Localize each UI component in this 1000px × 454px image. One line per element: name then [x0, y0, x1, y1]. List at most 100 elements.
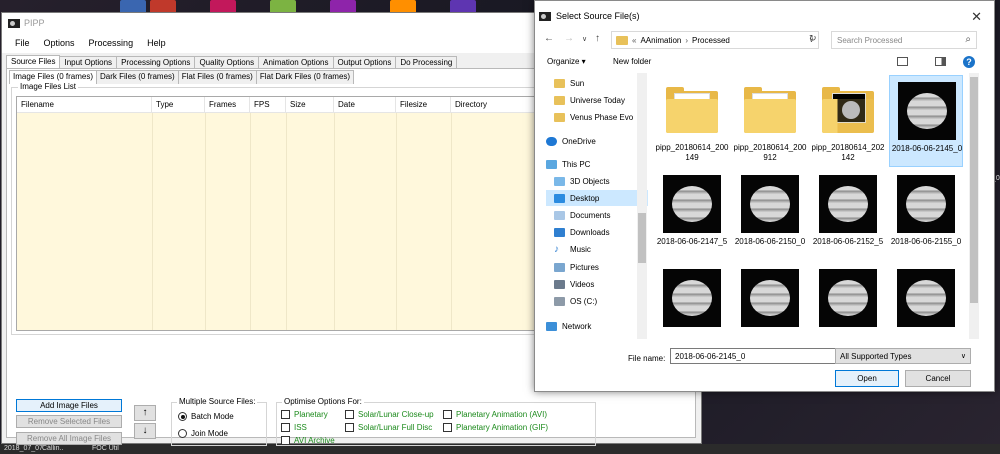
file-tile[interactable]: 2018-06-06-2152_5	[811, 169, 885, 261]
nav-item-onedrive[interactable]: OneDrive	[546, 133, 646, 149]
planetary-animation-gif-option[interactable]: Planetary Animation (GIF)	[443, 423, 548, 432]
tab-processing-options[interactable]: Processing Options	[116, 56, 196, 68]
preview-pane-icon[interactable]	[935, 57, 946, 66]
nav-item-desktop[interactable]: Desktop	[546, 190, 648, 206]
folder-image-icon	[822, 87, 874, 133]
file-tile[interactable]: 2018-06-06-2147_5	[655, 169, 729, 261]
refresh-icon[interactable]: ↻	[809, 33, 817, 44]
batch-mode-option[interactable]: Batch Mode	[178, 412, 234, 421]
cancel-button[interactable]: Cancel	[905, 370, 971, 387]
jupiter-thumbnail	[819, 269, 877, 327]
tab-source-files[interactable]: Source Files	[6, 55, 61, 68]
add-image-files-button[interactable]: Add Image Files	[16, 399, 122, 412]
batch-mode-radio[interactable]	[178, 412, 187, 421]
solar-full-disc-option[interactable]: Solar/Lunar Full Disc	[345, 423, 432, 432]
breadcrumb-overflow[interactable]: «	[632, 36, 636, 45]
iss-option[interactable]: ISS	[281, 423, 307, 432]
new-folder-button[interactable]: New folder	[613, 57, 651, 66]
tab-input-options[interactable]: Input Options	[59, 56, 118, 68]
file-list-scroll-thumb[interactable]	[970, 77, 978, 303]
open-button[interactable]: Open	[835, 370, 899, 387]
planetary-label: Planetary	[294, 410, 328, 419]
tab-do-processing[interactable]: Do Processing	[395, 56, 458, 68]
file-tile[interactable]	[733, 263, 807, 339]
column-type[interactable]: Type	[152, 97, 205, 112]
close-icon[interactable]: ✕	[971, 9, 982, 25]
solar-closeup-checkbox[interactable]	[345, 410, 354, 419]
join-mode-option[interactable]: Join Mode	[178, 429, 228, 438]
nav-item-label: Documents	[570, 210, 611, 220]
file-type-select[interactable]: All Supported Types ∨	[835, 348, 971, 364]
view-options-icon[interactable]	[897, 57, 908, 66]
search-icon[interactable]: ⌕	[965, 34, 971, 45]
back-arrow-icon[interactable]: ←	[544, 33, 554, 44]
move-up-button[interactable]: ↑	[134, 405, 156, 421]
breadcrumb-aanimation[interactable]: AAnimation	[640, 36, 681, 45]
address-bar[interactable]: « AAnimation › Processed ∨	[611, 31, 819, 49]
navigation-pane-scroll-thumb[interactable]	[638, 213, 646, 263]
remove-selected-files-button[interactable]: Remove Selected Files	[16, 415, 122, 428]
navigation-pane-scrollbar[interactable]	[637, 73, 647, 339]
file-tile[interactable]: pipp_20180614_202142	[811, 75, 885, 167]
column-frames[interactable]: Frames	[205, 97, 250, 112]
nav-item-this-pc[interactable]: This PC	[546, 156, 646, 172]
join-mode-radio[interactable]	[178, 429, 187, 438]
planetary-animation-avi-option[interactable]: Planetary Animation (AVI)	[443, 410, 547, 419]
up-arrow-icon[interactable]: ↑	[595, 33, 600, 44]
move-down-button[interactable]: ↓	[134, 423, 156, 439]
file-tile-selected[interactable]: 2018-06-06-2145_0	[889, 75, 963, 167]
nav-item-network[interactable]: Network	[546, 318, 646, 334]
tab-output-options[interactable]: Output Options	[332, 56, 397, 68]
tab-animation-options[interactable]: Animation Options	[258, 56, 334, 68]
menu-file[interactable]: File	[8, 38, 37, 48]
file-tile[interactable]: 2018-06-06-2150_0	[733, 169, 807, 261]
multiple-source-files-group: Multiple Source Files: Batch Mode Join M…	[171, 397, 267, 446]
column-date[interactable]: Date	[334, 97, 396, 112]
jupiter-thumbnail	[897, 269, 955, 327]
column-filename[interactable]: Filename	[17, 97, 152, 112]
avi-archive-label: AVI Archive	[294, 436, 335, 445]
file-tile[interactable]: pipp_20180614_200149	[655, 75, 729, 167]
file-tile[interactable]	[811, 263, 885, 339]
forward-arrow-icon[interactable]: →	[564, 33, 574, 44]
file-name-input[interactable]: 2018-06-06-2145_0	[670, 348, 860, 364]
nav-item-label: Desktop	[570, 193, 600, 203]
nav-item-label: Sun	[570, 78, 585, 88]
file-tile[interactable]	[655, 263, 729, 339]
column-fps[interactable]: FPS	[250, 97, 286, 112]
iss-checkbox[interactable]	[281, 423, 290, 432]
file-tile[interactable]: pipp_20180614_200912	[733, 75, 807, 167]
file-name: 2018-06-06-2145_0	[891, 144, 963, 153]
remove-all-image-files-button[interactable]: Remove All Image Files	[16, 432, 122, 445]
planetary-option[interactable]: Planetary	[281, 410, 328, 419]
picture-icon	[554, 262, 565, 272]
breadcrumb-processed[interactable]: Processed	[692, 36, 730, 45]
menu-processing[interactable]: Processing	[82, 38, 141, 48]
planetary-checkbox[interactable]	[281, 410, 290, 419]
subtab-flat-dark-files[interactable]: Flat Dark Files (0 frames)	[255, 70, 355, 84]
column-filesize[interactable]: Filesize	[396, 97, 451, 112]
chevron-down-icon[interactable]: ∨	[582, 35, 587, 43]
help-icon[interactable]: ?	[963, 56, 975, 68]
file-name: 2018-06-06-2147_5	[656, 237, 728, 246]
planetary-animation-avi-checkbox[interactable]	[443, 410, 452, 419]
file-tile[interactable]: 2018-06-06-2155_0	[889, 169, 963, 261]
file-name: pipp_20180614_200912	[733, 143, 807, 162]
organize-button[interactable]: Organize ▾	[547, 57, 586, 66]
solar-full-disc-checkbox[interactable]	[345, 423, 354, 432]
tab-quality-options[interactable]: Quality Options	[194, 56, 260, 68]
avi-archive-checkbox[interactable]	[281, 436, 290, 445]
dialog-title: Select Source File(s)	[556, 11, 640, 21]
avi-archive-option[interactable]: AVI Archive	[281, 436, 335, 445]
nav-item-label: 3D Objects	[570, 176, 610, 186]
subtab-dark-files[interactable]: Dark Files (0 frames)	[96, 70, 179, 84]
search-input[interactable]: Search Processed ⌕	[831, 31, 977, 49]
file-tile[interactable]	[889, 263, 963, 339]
menu-help[interactable]: Help	[140, 38, 173, 48]
column-size[interactable]: Size	[286, 97, 334, 112]
subtab-flat-files[interactable]: Flat Files (0 frames)	[177, 70, 257, 84]
solar-closeup-option[interactable]: Solar/Lunar Close-up	[345, 410, 434, 419]
file-list-scrollbar[interactable]	[969, 73, 979, 339]
planetary-animation-gif-checkbox[interactable]	[443, 423, 452, 432]
menu-options[interactable]: Options	[37, 38, 82, 48]
